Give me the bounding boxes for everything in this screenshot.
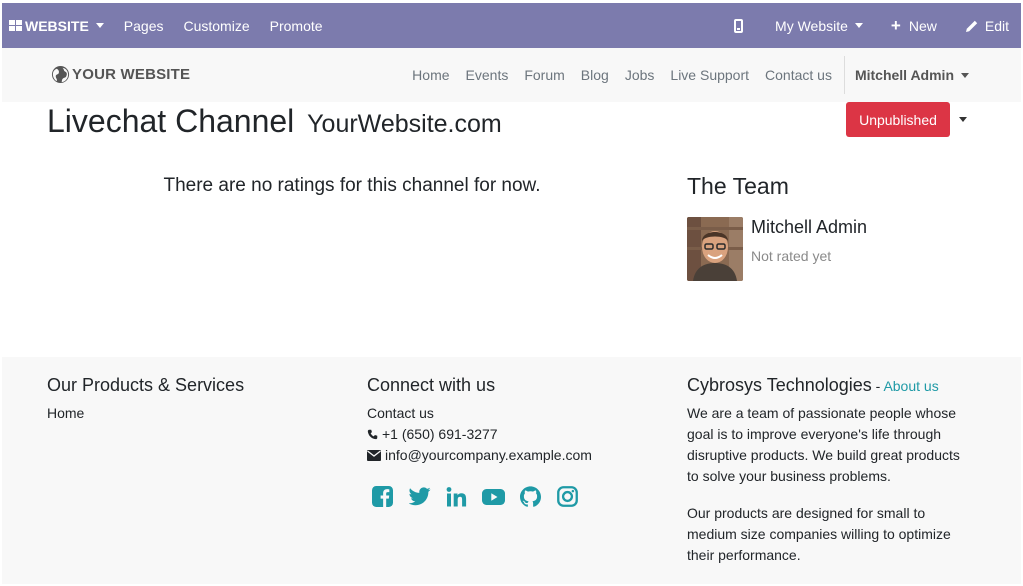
pencil-icon — [965, 20, 978, 32]
no-ratings-message: There are no ratings for this channel fo… — [163, 175, 541, 196]
envelope-icon — [367, 450, 381, 461]
chevron-down-icon — [95, 23, 104, 28]
website-selector[interactable]: My Website — [765, 3, 881, 48]
globe-icon — [51, 65, 70, 84]
phone-number: +1 (650) 691-3277 — [382, 426, 498, 442]
pages-menu[interactable]: Pages — [114, 3, 174, 48]
about-heading: Cybrosys Technologies - About us — [687, 375, 939, 396]
mobile-preview-button[interactable] — [724, 3, 765, 48]
team-member-name: Mitchell Admin — [751, 217, 868, 237]
footer-email: info@yourcompany.example.com — [367, 445, 592, 466]
new-button-label: New — [908, 17, 937, 34]
chevron-down-icon — [961, 72, 969, 78]
apps-grid-icon — [9, 20, 22, 31]
user-name: Mitchell Admin — [854, 67, 954, 83]
edit-button[interactable]: Edit — [955, 3, 1021, 48]
twitter-icon[interactable] — [408, 485, 431, 508]
facebook-icon[interactable] — [371, 485, 394, 508]
user-menu[interactable]: Mitchell Admin — [847, 67, 1021, 83]
plus-icon: + — [890, 16, 901, 35]
connect-heading: Connect with us — [367, 375, 496, 395]
footer-home-link[interactable]: Home — [47, 403, 84, 424]
chevron-down-icon — [854, 23, 863, 28]
nav-home[interactable]: Home — [404, 67, 457, 83]
team-heading: The Team — [687, 173, 789, 199]
channel-website: YourWebsite.com — [307, 110, 502, 138]
about-paragraph-2: Our products are designed for small to m… — [687, 505, 951, 563]
site-header: YOUR WEBSITE Home Events Forum Blog Jobs… — [2, 48, 1021, 102]
promote-menu[interactable]: Promote — [260, 3, 333, 48]
website-menu-label: WEBSITE — [25, 17, 89, 34]
admin-bar: WEBSITE Pages Customize Promote My Websi… — [2, 3, 1021, 48]
products-heading: Our Products & Services — [47, 375, 245, 395]
publish-toggle-button[interactable]: Unpublished — [846, 102, 950, 137]
company-name: Cybrosys Technologies — [687, 375, 872, 395]
edit-button-label: Edit — [984, 17, 1009, 34]
nav-events[interactable]: Events — [458, 67, 517, 83]
about-us-link[interactable]: About us — [883, 378, 938, 394]
phone-icon — [367, 429, 378, 440]
about-paragraph-1: We are a team of passionate people whose… — [687, 405, 960, 484]
nav-live-support[interactable]: Live Support — [662, 67, 757, 83]
social-links — [371, 485, 579, 508]
new-button[interactable]: + New — [881, 3, 955, 48]
title-separator: - — [871, 378, 884, 394]
youtube-icon[interactable] — [482, 485, 505, 508]
chevron-down-icon — [959, 116, 967, 122]
main-nav: Home Events Forum Blog Jobs Live Support… — [404, 48, 1021, 102]
github-icon[interactable] — [519, 485, 542, 508]
mobile-icon — [734, 18, 744, 33]
customize-menu[interactable]: Customize — [173, 3, 259, 48]
instagram-icon[interactable] — [556, 485, 579, 508]
nav-blog[interactable]: Blog — [573, 67, 617, 83]
site-logo[interactable]: YOUR WEBSITE — [51, 65, 190, 84]
team-member-rating: Not rated yet — [751, 248, 832, 264]
website-selector-label: My Website — [775, 17, 848, 34]
publish-dropdown-toggle[interactable] — [955, 111, 971, 127]
nav-jobs[interactable]: Jobs — [617, 67, 663, 83]
email-address: info@yourcompany.example.com — [385, 447, 592, 463]
logo-text: YOUR WEBSITE — [72, 66, 191, 83]
website-menu-button[interactable]: WEBSITE — [2, 3, 114, 48]
footer-phone: +1 (650) 691-3277 — [367, 424, 498, 445]
footer-contact-link[interactable]: Contact us — [367, 403, 434, 424]
nav-forum[interactable]: Forum — [516, 67, 572, 83]
page-title: Livechat Channel YourWebsite.com — [47, 103, 502, 140]
linkedin-icon[interactable] — [445, 485, 468, 508]
nav-divider — [843, 56, 845, 94]
avatar — [687, 217, 743, 281]
nav-contact-us[interactable]: Contact us — [757, 67, 840, 83]
channel-title: Livechat Channel — [47, 103, 295, 139]
